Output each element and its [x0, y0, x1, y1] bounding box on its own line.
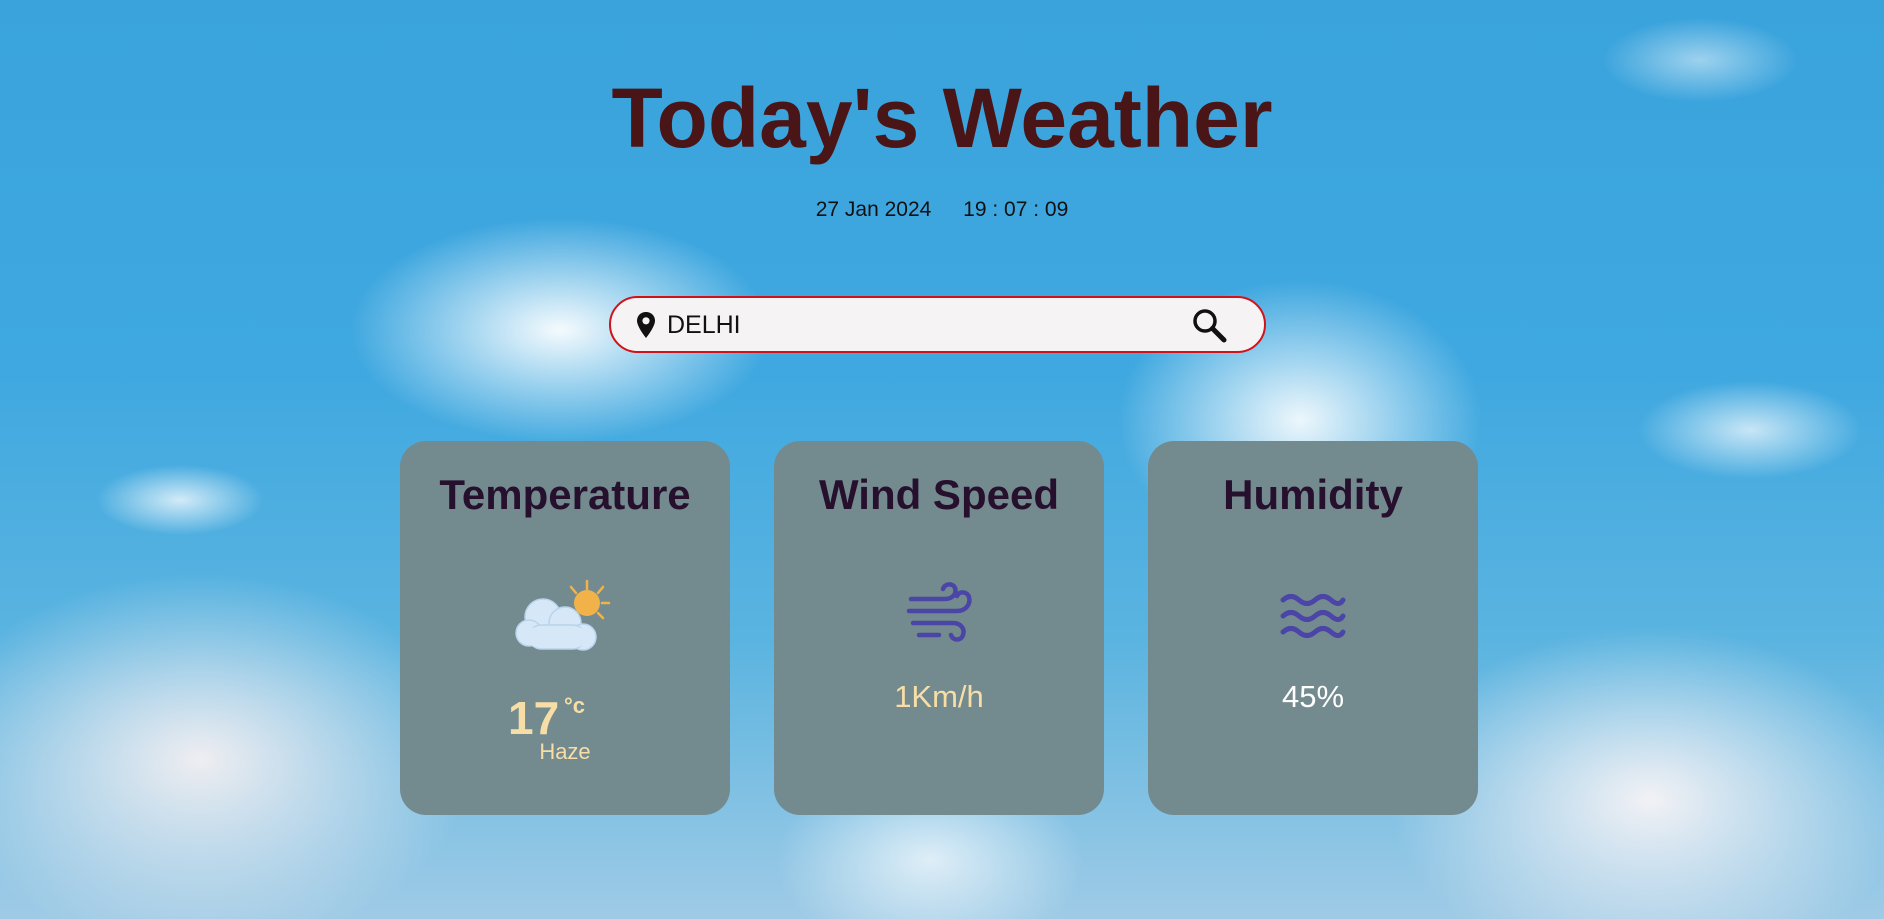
current-time: 19 : 07 : 09: [963, 198, 1069, 221]
water-waves-icon: [1280, 594, 1346, 638]
wind-speed-card: Wind Speed 1Km/h: [774, 441, 1104, 815]
current-date: 27 Jan 2024: [815, 198, 932, 221]
temperature-value: 17: [508, 692, 560, 744]
humidity-value: 45%: [1281, 679, 1345, 714]
page-title: Today's Weather: [611, 71, 1273, 165]
temperature-card: Temperature 17 °c Haze: [400, 441, 730, 815]
city-search-bar[interactable]: [609, 296, 1266, 353]
search-icon[interactable]: [1191, 307, 1229, 345]
wind-speed-title: Wind Speed: [819, 471, 1059, 518]
humidity-title: Humidity: [1223, 471, 1403, 518]
partly-cloudy-icon: [515, 579, 611, 651]
map-pin-icon: [637, 312, 655, 338]
wind-icon: [906, 582, 972, 642]
humidity-card: Humidity 45%: [1148, 441, 1478, 815]
wind-speed-value: 1Km/h: [894, 679, 984, 714]
city-search-input[interactable]: [667, 306, 1187, 344]
date-time: 27 Jan 2024 19 : 07 : 09: [0, 198, 1884, 222]
temperature-title: Temperature: [439, 471, 691, 518]
temperature-unit: °c: [564, 693, 586, 718]
weather-condition: Haze: [539, 739, 591, 764]
